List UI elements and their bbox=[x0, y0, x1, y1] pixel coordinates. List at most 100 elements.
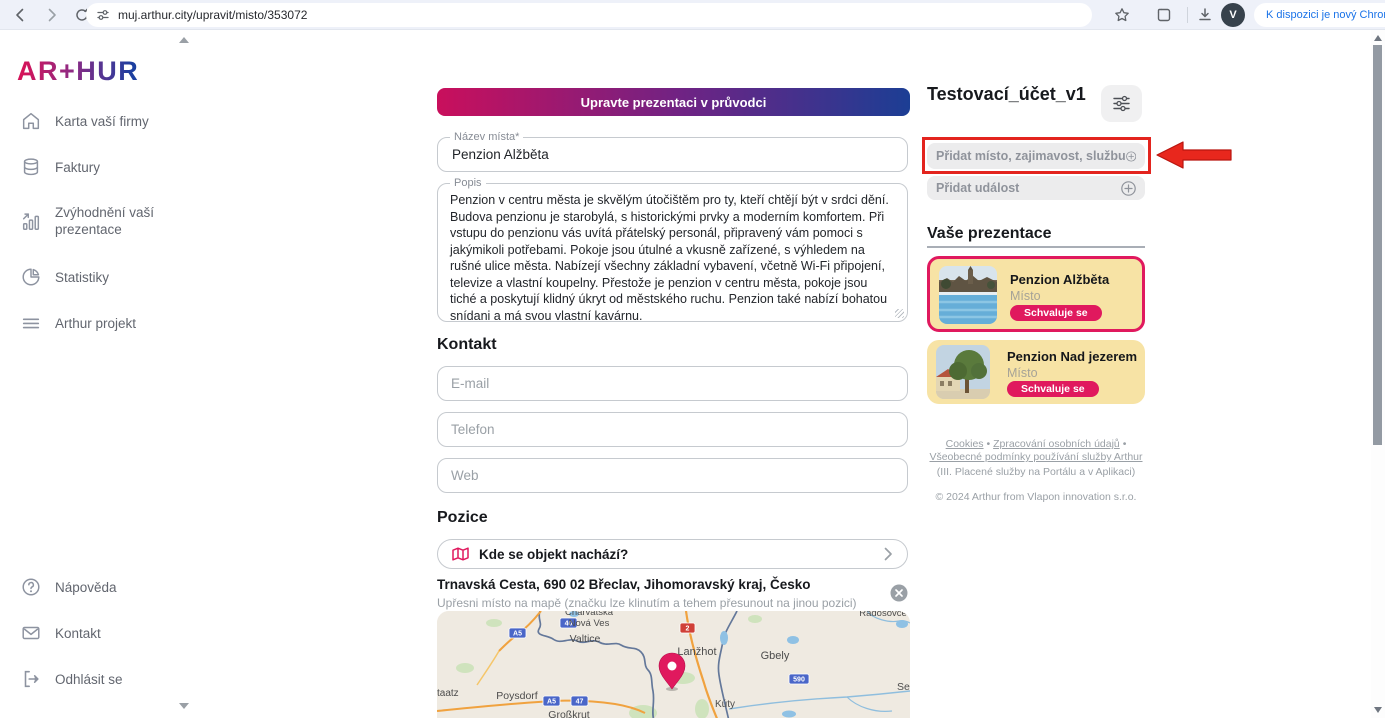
edit-presentation-wizard-button[interactable]: Upravte prezentaci v průvodci bbox=[437, 88, 910, 116]
site-info-icon[interactable] bbox=[96, 8, 110, 22]
add-event-button[interactable]: Přidat událost bbox=[927, 176, 1145, 200]
sidebar-scroll-up-icon[interactable] bbox=[179, 37, 189, 43]
presentation-thumbnail bbox=[939, 266, 997, 324]
description-textarea[interactable]: Penzion v centru města je skvělým útočiš… bbox=[438, 184, 907, 321]
home-icon bbox=[20, 110, 42, 132]
url-bar[interactable]: muj.arthur.city/upravit/misto/353072 bbox=[86, 3, 1092, 27]
plus-circle-icon bbox=[1126, 149, 1136, 164]
link-separator: • bbox=[986, 438, 990, 450]
scrollbar-down-icon[interactable] bbox=[1374, 707, 1382, 713]
description-field[interactable]: Popis Penzion v centru města je skvělým … bbox=[437, 183, 908, 322]
svg-text:A5: A5 bbox=[547, 699, 556, 706]
pie-chart-icon bbox=[20, 266, 42, 288]
chrome-update-chip[interactable]: K dispozici je nový Chrome bbox=[1254, 3, 1385, 27]
paid-services-note: (III. Placené služby na Portálu a v Apli… bbox=[927, 466, 1145, 478]
where-is-object-label: Kde se objekt nachází? bbox=[479, 547, 628, 562]
presentation-thumbnail bbox=[936, 345, 990, 399]
add-event-label: Přidat událost bbox=[936, 181, 1019, 195]
sidebar-item-label: Karta vaší firmy bbox=[55, 113, 173, 130]
place-name-field[interactable]: Název místa* Penzion Alžběta bbox=[437, 137, 908, 172]
sidebar-scroll-down-icon[interactable] bbox=[179, 703, 189, 709]
email-field[interactable] bbox=[437, 366, 908, 401]
add-place-label: Přidat místo, zajimavost, službu bbox=[936, 149, 1126, 163]
svg-text:Nová Ves: Nová Ves bbox=[569, 618, 610, 629]
side-panel-icon[interactable] bbox=[1152, 3, 1176, 27]
svg-text:Sen: Sen bbox=[897, 681, 910, 693]
browser-toolbar: muj.arthur.city/upravit/misto/353072 V K… bbox=[0, 0, 1385, 30]
svg-text:Poysdorf: Poysdorf bbox=[496, 690, 538, 702]
svg-text:Radošovce: Radošovce bbox=[859, 611, 907, 619]
sidebar-item-contact[interactable]: Kontakt bbox=[20, 622, 173, 644]
account-name: Testovací_účet_v1 bbox=[927, 84, 1086, 105]
sidebar-item-arthur-project[interactable]: Arthur projekt bbox=[20, 312, 173, 334]
sidebar-item-statistics[interactable]: Statistiky bbox=[20, 266, 173, 288]
sidebar-item-label: Zvýhodnění vaší prezentace bbox=[55, 204, 173, 238]
presentations-divider bbox=[927, 246, 1145, 248]
presentation-card-penzion-alzbeta[interactable]: Penzion Alžběta Místo Schvaluje se bbox=[927, 256, 1145, 332]
download-icon[interactable] bbox=[1193, 3, 1217, 27]
page-scrollbar-thumb[interactable] bbox=[1373, 45, 1382, 445]
presentation-type: Místo bbox=[1007, 366, 1038, 380]
sidebar-item-label: Nápověda bbox=[55, 579, 173, 596]
chrome-update-label: K dispozici je nový Chrome bbox=[1266, 9, 1385, 21]
forward-icon[interactable] bbox=[40, 3, 64, 27]
resize-grip-icon[interactable] bbox=[895, 309, 904, 318]
phone-field[interactable] bbox=[437, 412, 908, 447]
presentation-title: Penzion Nad jezerem bbox=[1007, 349, 1137, 364]
svg-text:590: 590 bbox=[793, 677, 805, 684]
link-separator: • bbox=[1123, 438, 1127, 450]
logout-icon bbox=[20, 668, 42, 690]
svg-text:Charvátská: Charvátská bbox=[565, 611, 614, 618]
svg-text:Gbely: Gbely bbox=[761, 650, 790, 662]
presentation-type: Místo bbox=[1010, 289, 1041, 303]
cookies-link[interactable]: Cookies bbox=[946, 438, 984, 450]
position-heading: Pozice bbox=[437, 509, 488, 527]
url-text[interactable]: muj.arthur.city/upravit/misto/353072 bbox=[118, 8, 307, 22]
svg-text:Kúty: Kúty bbox=[715, 699, 735, 710]
back-icon[interactable] bbox=[8, 3, 32, 27]
bookmark-star-icon[interactable] bbox=[1110, 3, 1134, 27]
add-place-button[interactable]: Přidat místo, zajimavost, službu bbox=[927, 143, 1145, 169]
svg-text:2: 2 bbox=[686, 626, 690, 633]
sidebar-item-help[interactable]: Nápověda bbox=[20, 576, 173, 598]
plus-circle-icon bbox=[1121, 181, 1136, 196]
annotation-arrow bbox=[1156, 141, 1232, 169]
sidebar-item-logout[interactable]: Odhlásit se bbox=[20, 668, 173, 690]
sliders-icon bbox=[1112, 95, 1131, 112]
arthur-logo[interactable]: AR+HUR bbox=[17, 56, 139, 87]
presentation-card-penzion-nad-jezerem[interactable]: Penzion Nad jezerem Místo Schvaluje se bbox=[927, 340, 1145, 404]
browser-window: muj.arthur.city/upravit/misto/353072 V K… bbox=[0, 0, 1385, 718]
svg-text:taatz: taatz bbox=[437, 688, 459, 699]
description-label: Popis bbox=[450, 177, 486, 189]
svg-text:Valtice: Valtice bbox=[570, 633, 601, 645]
svg-text:A5: A5 bbox=[513, 631, 522, 638]
presentation-title: Penzion Alžběta bbox=[1010, 272, 1109, 287]
sidebar-item-company-card[interactable]: Karta vaší firmy bbox=[20, 110, 173, 132]
profile-avatar[interactable]: V bbox=[1221, 3, 1245, 27]
location-map[interactable]: A5 40 2 590 A5 47 Charvátská Nová Ves Va… bbox=[437, 611, 910, 718]
sidebar-item-label: Kontakt bbox=[55, 625, 173, 642]
legal-links: Cookies • Zpracování osobních údajů • Vš… bbox=[927, 438, 1145, 464]
privacy-link[interactable]: Zpracování osobních údajů bbox=[993, 438, 1120, 450]
terms-link[interactable]: Všeobecné podmínky používání služby Arth… bbox=[929, 451, 1142, 463]
sidebar-item-label: Faktury bbox=[55, 159, 173, 176]
svg-text:Lanžhot: Lanžhot bbox=[677, 646, 716, 658]
web-field[interactable] bbox=[437, 458, 908, 493]
boost-chart-icon bbox=[20, 210, 42, 232]
where-is-object-button[interactable]: Kde se objekt nachází? bbox=[437, 539, 908, 569]
account-settings-button[interactable] bbox=[1101, 85, 1142, 122]
sidebar-item-invoices[interactable]: Faktury bbox=[20, 156, 173, 178]
sidebar-item-label: Arthur projekt bbox=[55, 315, 173, 332]
scrollbar-up-icon[interactable] bbox=[1374, 35, 1382, 41]
address-hint: Upřesni místo na mapě (značku lze klinut… bbox=[437, 596, 857, 610]
svg-text:47: 47 bbox=[576, 699, 584, 706]
project-lines-icon bbox=[20, 312, 42, 334]
chevron-right-icon bbox=[884, 547, 893, 561]
address-text: Trnavská Cesta, 690 02 Břeclav, Jihomora… bbox=[437, 577, 877, 592]
copyright: © 2024 Arthur from Vlapon innovation s.r… bbox=[927, 491, 1145, 503]
sidebar-item-boost-presentation[interactable]: Zvýhodnění vaší prezentace bbox=[20, 204, 173, 238]
svg-text:Großkrut: Großkrut bbox=[548, 709, 590, 718]
status-badge: Schvaluje se bbox=[1010, 305, 1102, 321]
clear-address-icon[interactable] bbox=[890, 584, 908, 602]
contact-heading: Kontakt bbox=[437, 336, 497, 354]
